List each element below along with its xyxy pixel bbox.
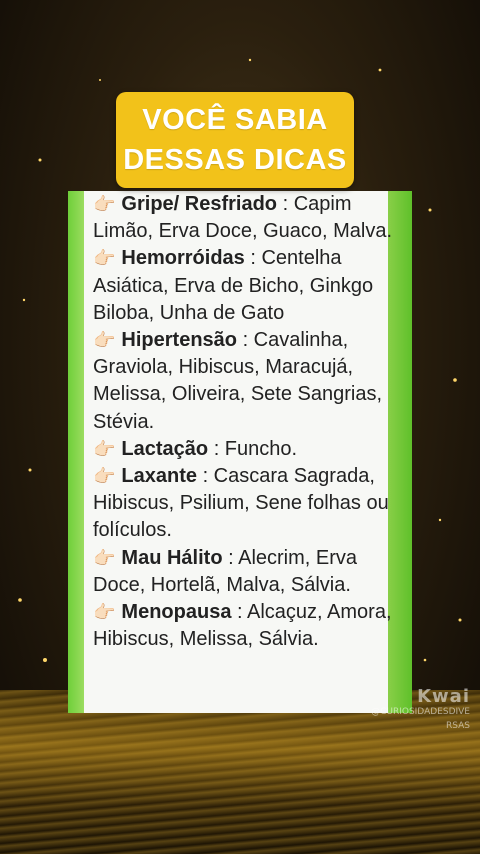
list-item: 👉🏻 Laxante : Cascara Sagrada, Hibiscus, P…: [93, 463, 393, 545]
list-item: 👉🏻 Gripe/ Resfriado : Capim Limão, Erva D…: [93, 191, 393, 245]
list-item: 👉🏻 Hemorróidas : Centelha Asiática, Erva …: [93, 245, 393, 327]
watermark-code: RSAS: [445, 721, 470, 731]
list-item: 👉🏻 Lactação : Funcho.: [93, 436, 393, 463]
condition-name: Gripe/ Resfriado: [121, 193, 278, 215]
condition-name: Hemorróidas: [121, 247, 245, 270]
herb-list: : Funcho.: [208, 437, 298, 460]
pointing-hand-icon: 👉🏻: [93, 547, 116, 568]
condition-name: Mau Hálito: [121, 546, 223, 569]
kwai-watermark: Kwai @CURIOSIDADESDIVE RSAS: [371, 686, 470, 731]
title-line-1: VOCÊ SABIA: [142, 104, 328, 136]
title-line-2: DESSAS DICAS: [123, 144, 347, 176]
list-item: 👉🏻 Hipertensão : Cavalinha, Graviola, Hib…: [93, 327, 393, 436]
pointing-hand-icon: 👉🏻: [93, 194, 116, 214]
pointing-hand-icon: 👉🏻: [93, 466, 116, 487]
list-item: 👉🏻 Mau Hálito : Alecrim, Erva Doce, Horte…: [93, 545, 393, 599]
list-item: 👉🏻 Menopausa : Alcaçuz, Amora, Hibiscus, …: [93, 599, 393, 653]
condition-name: Hipertensão: [121, 329, 238, 352]
pointing-hand-icon: 👉🏻: [93, 438, 116, 459]
condition-name: Menopausa: [121, 601, 232, 624]
pointing-hand-icon: 👉🏻: [93, 602, 116, 623]
watermark-handle: @CURIOSIDADESDIVE: [371, 707, 470, 717]
remedy-list: 👉🏻 Gripe/ Resfriado : Capim Limão, Erva D…: [93, 191, 393, 653]
kwai-logo: Kwai: [417, 686, 470, 707]
pointing-hand-icon: 👉🏻: [93, 330, 116, 351]
condition-name: Lactação: [121, 437, 209, 460]
pointing-hand-icon: 👉🏻: [93, 248, 116, 269]
condition-name: Laxante: [121, 465, 198, 488]
title-badge: VOCÊ SABIA DESSAS DICAS: [116, 92, 354, 188]
